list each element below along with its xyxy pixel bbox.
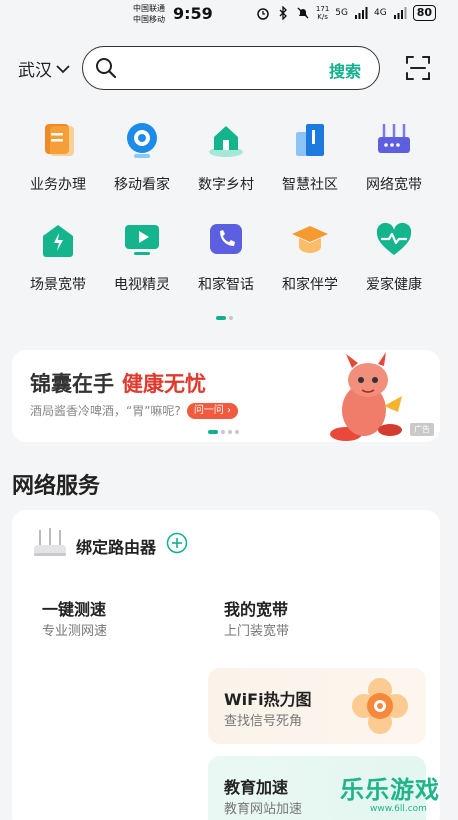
grid-item-network-broadband[interactable]: 网络宽带 <box>352 116 436 216</box>
grid-label: 移动看家 <box>114 177 170 193</box>
router-icon <box>378 124 410 153</box>
village-icon <box>209 126 243 157</box>
tv-icon <box>125 225 159 255</box>
grid-item-scene-broadband[interactable]: 场景宽带 <box>16 216 100 316</box>
camera-icon <box>127 123 157 158</box>
banner-pager <box>208 430 239 434</box>
signal-icon <box>354 7 368 19</box>
my-broadband-subtitle: 上门装宽带 <box>224 624 290 639</box>
ask-button[interactable]: 问一问 › <box>186 402 238 419</box>
watermark: 乐乐游戏 www.6ll.com <box>340 770 458 820</box>
grid-row-1: 业务办理 移动看家 数字乡村 智慧社区 网络宽带 <box>0 116 458 216</box>
network-5g: 5G <box>335 8 348 18</box>
scan-icon[interactable] <box>404 54 432 82</box>
carrier-info: 中国联通 中国移动 <box>133 3 165 25</box>
carrier-2: 中国移动 <box>133 15 165 24</box>
graduation-cap-icon <box>292 226 328 253</box>
grid-label: 网络宽带 <box>366 177 422 193</box>
grid-item-business[interactable]: 业务办理 <box>16 116 100 216</box>
bluetooth-icon <box>279 6 287 20</box>
grid-item-smart-community[interactable]: 智慧社区 <box>268 116 352 216</box>
ad-tag: 广告 <box>410 423 434 436</box>
wifi-heatmap-title: WiFi热力图 <box>224 690 312 709</box>
status-icons: 171 K/s 5G 4G 80 <box>256 5 436 21</box>
pager-dot <box>229 316 233 320</box>
grid-item-home-camera[interactable]: 移动看家 <box>100 116 184 216</box>
grid-item-tv-genie[interactable]: 电视精灵 <box>100 216 184 316</box>
grid-item-study-companion[interactable]: 和家伴学 <box>268 216 352 316</box>
chevron-down-icon <box>56 64 70 73</box>
my-broadband-title[interactable]: 我的宽带 <box>224 596 288 620</box>
banner-title-part2: 健康无忧 <box>122 372 206 396</box>
network-speed: 171 K/s <box>316 5 329 21</box>
city-selector[interactable]: 武汉 <box>18 56 70 81</box>
heatmap-flower-icon <box>352 678 408 734</box>
grid-label: 和家伴学 <box>282 277 338 293</box>
grid-label: 场景宽带 <box>30 277 86 293</box>
grid-label: 业务办理 <box>30 177 86 193</box>
grid-pager <box>216 316 233 320</box>
wifi-heatmap-subtitle: 查找信号死角 <box>224 714 303 729</box>
watermark-url: www.6ll.com <box>370 804 427 814</box>
health-heart-icon <box>376 222 412 255</box>
section-title: 网络服务 <box>12 474 101 499</box>
grid-item-smart-call[interactable]: 和家智话 <box>184 216 268 316</box>
city-label: 武汉 <box>18 61 52 81</box>
phone-icon <box>210 224 242 254</box>
grid-label: 电视精灵 <box>114 277 170 293</box>
pager-dot-active <box>216 316 226 320</box>
pager-dot <box>221 430 225 434</box>
clock: 9:59 <box>173 4 213 23</box>
service-grid: 业务办理 移动看家 数字乡村 智慧社区 网络宽带 场景宽带 电视精灵 和家智话 … <box>0 116 458 316</box>
edu-accelerate-subtitle: 教育网站加速 <box>224 802 303 817</box>
network-4g: 4G <box>373 8 387 18</box>
banner-subtitle-text: 酒局酱香冷啤酒，“胃”嘛呢? <box>30 404 181 418</box>
dragon-mascot-image <box>330 352 402 441</box>
grid-label: 智慧社区 <box>282 177 338 193</box>
watermark-text: 乐乐游戏 <box>340 776 440 804</box>
search-button[interactable]: 搜索 <box>329 58 361 82</box>
status-bar: 中国联通 中国移动 9:59 171 K/s 5G 4G 80 <box>0 0 458 30</box>
speed-test-title[interactable]: 一键测速 <box>42 596 106 620</box>
signal-icon-2 <box>393 7 407 19</box>
speed-test-subtitle: 专业测网速 <box>42 624 108 639</box>
banner-subtitle: 酒局酱香冷啤酒，“胃”嘛呢? 问一问 › <box>30 402 238 419</box>
community-icon <box>296 124 324 156</box>
search-bar[interactable]: 搜索 <box>82 46 380 90</box>
alarm-icon <box>257 8 269 20</box>
search-icon <box>96 58 117 79</box>
scene-broadband-icon <box>43 225 73 257</box>
grid-label: 和家智话 <box>198 277 254 293</box>
pager-dot <box>235 430 239 434</box>
business-icon <box>45 124 74 156</box>
carrier-1: 中国联通 <box>133 4 165 13</box>
router-device-icon <box>34 528 66 556</box>
grid-item-digital-village[interactable]: 数字乡村 <box>184 116 268 216</box>
grid-row-2: 场景宽带 电视精灵 和家智话 和家伴学 爱家健康 <box>0 216 458 316</box>
speed-unit: K/s <box>317 13 328 21</box>
header: 武汉 搜索 <box>0 44 458 90</box>
mute-icon <box>297 7 309 19</box>
banner-title-part1: 锦囊在手 <box>30 372 114 396</box>
edu-accelerate-title: 教育加速 <box>224 778 289 797</box>
pager-dot-active <box>208 430 218 434</box>
grid-label: 爱家健康 <box>366 277 422 293</box>
add-icon[interactable] <box>166 532 188 554</box>
bind-router-label[interactable]: 绑定路由器 <box>76 534 156 558</box>
battery-indicator: 80 <box>412 5 436 21</box>
grid-label: 数字乡村 <box>198 177 254 193</box>
pager-dot <box>228 430 232 434</box>
speed-value: 171 <box>315 5 330 13</box>
wifi-heatmap-card[interactable]: WiFi热力图 查找信号死角 <box>208 668 426 744</box>
search-input[interactable] <box>127 55 317 81</box>
promo-banner[interactable]: 锦囊在手 健康无忧 酒局酱香冷啤酒，“胃”嘛呢? 问一问 › 广告 <box>12 350 440 442</box>
grid-item-family-health[interactable]: 爱家健康 <box>352 216 436 316</box>
banner-title: 锦囊在手 健康无忧 <box>30 368 206 398</box>
